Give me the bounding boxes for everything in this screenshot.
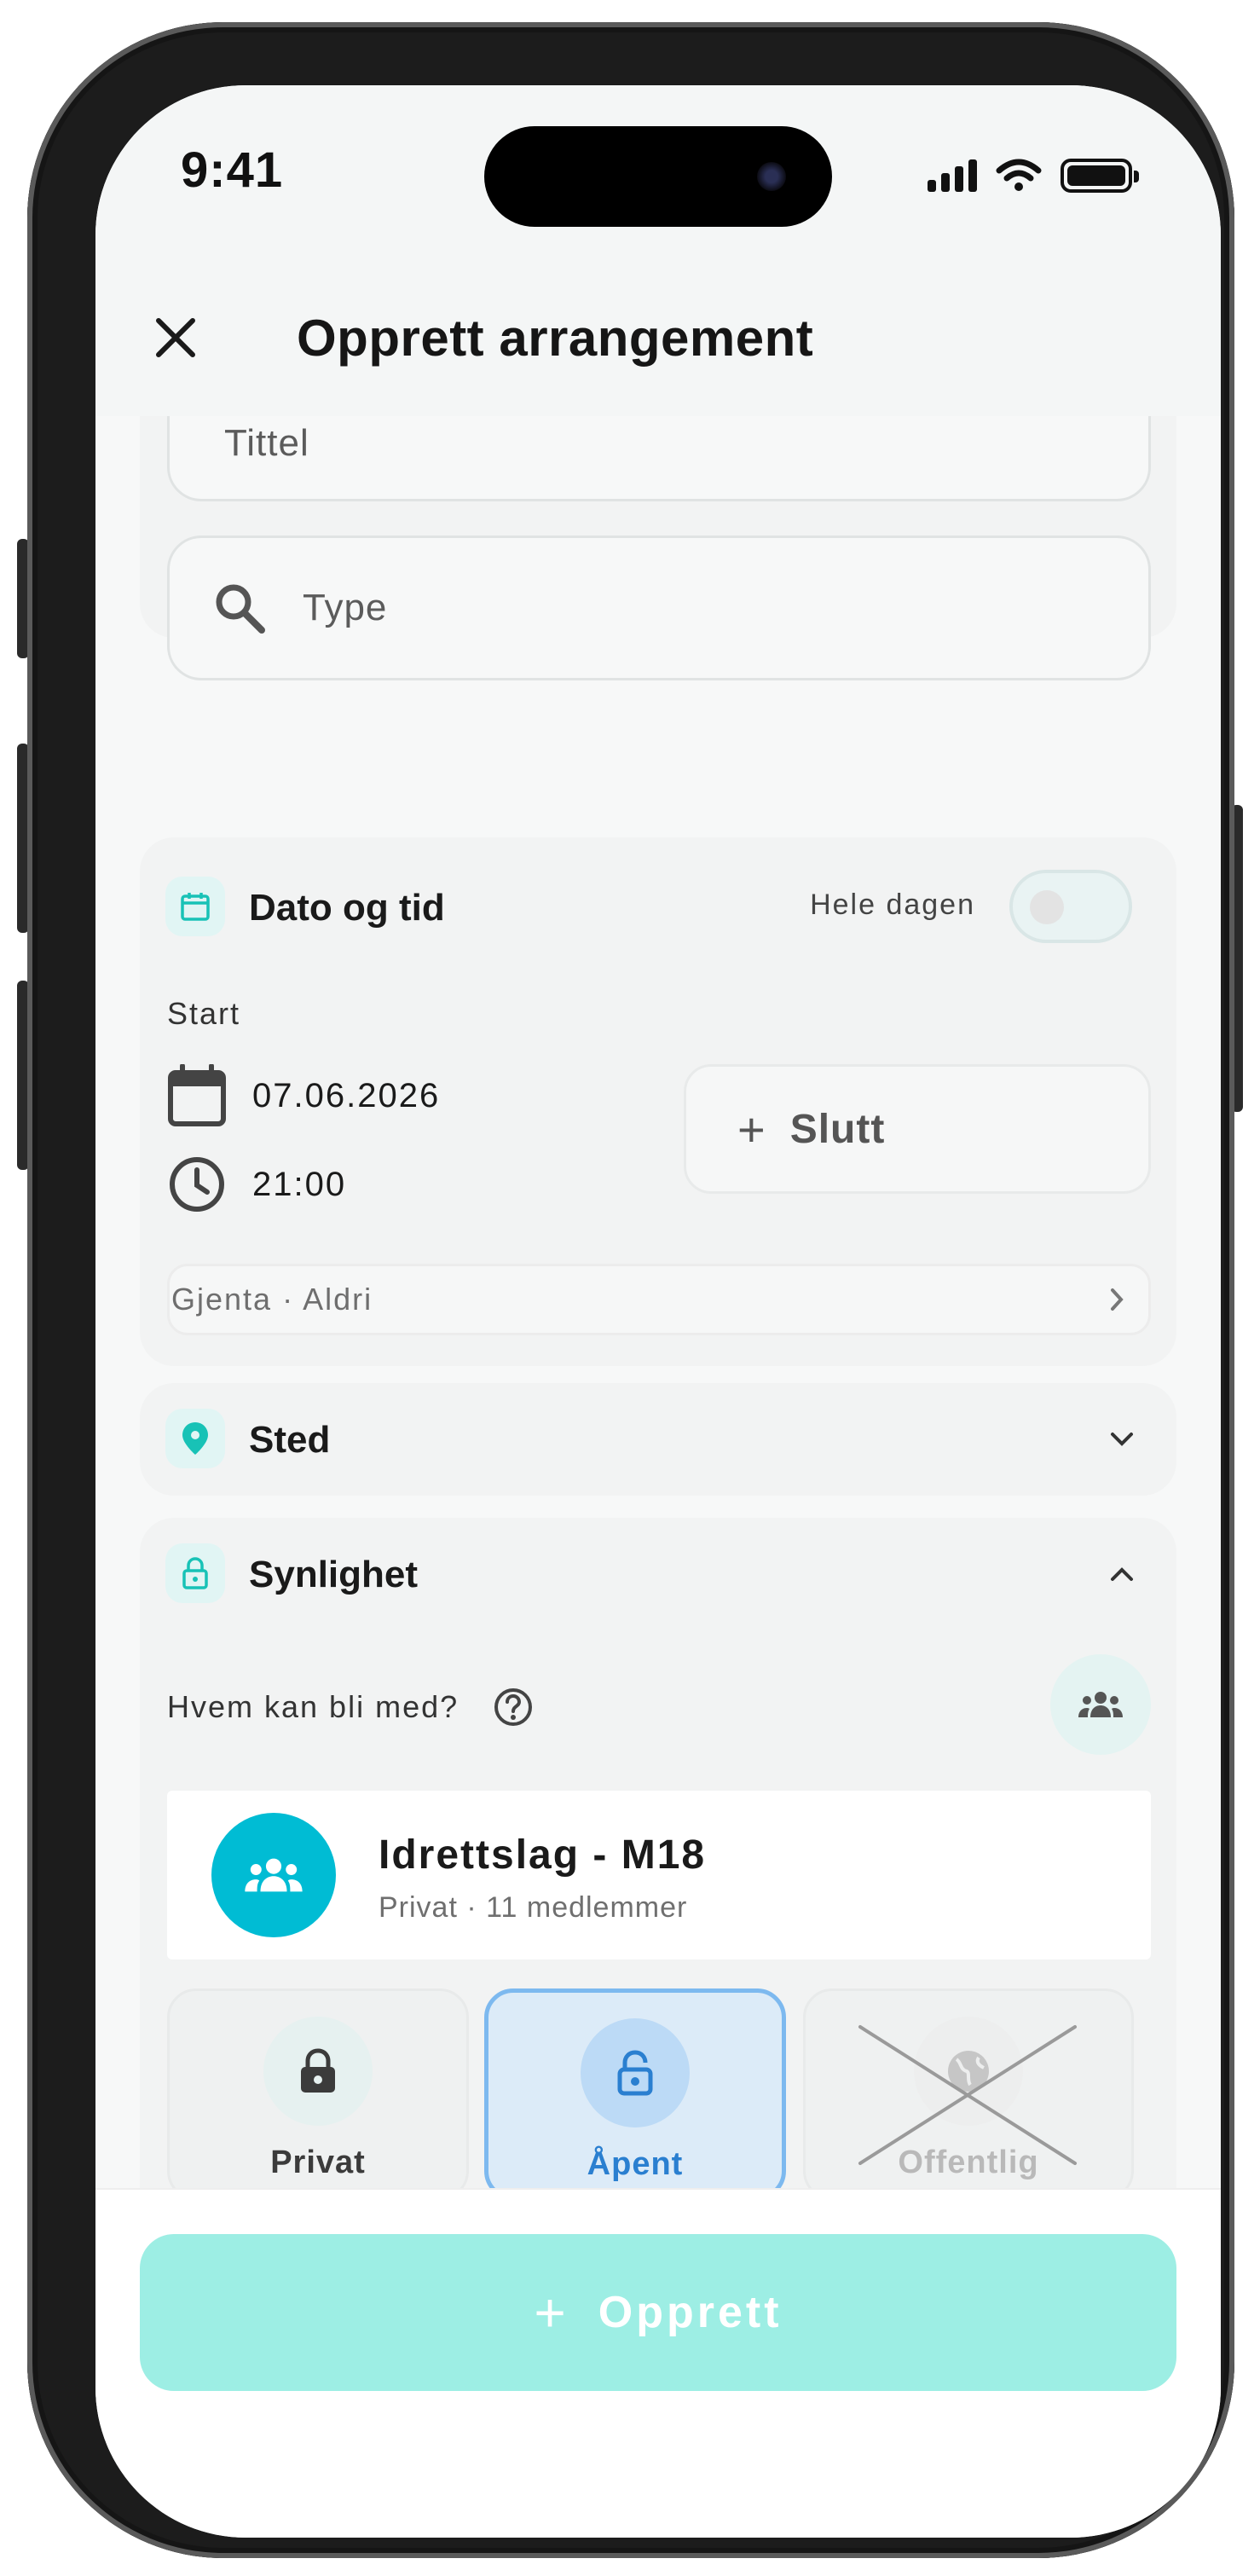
lock-badge-icon [165,1543,225,1603]
location-card[interactable]: Sted [140,1383,1176,1496]
visibility-card: Synlighet Hvem kan bli med? Idrettslag -… [140,1518,1176,2258]
start-time: 21:00 [252,1165,347,1203]
chevron-down-icon[interactable] [1101,1419,1142,1460]
end-button-label: Slutt [789,1106,886,1152]
all-day-toggle[interactable] [1009,870,1132,943]
title-input[interactable]: Tittel [167,416,1151,501]
start-time-row[interactable]: 21:00 [167,1155,346,1214]
lock-open-icon [581,2018,690,2127]
search-icon [212,581,267,635]
selected-group-card[interactable]: Idrettslag - M18 Privat · 11 medlemmer [167,1791,1151,1959]
type-input[interactable]: Type [167,535,1151,680]
title-placeholder: Tittel [224,422,309,464]
battery-icon [1061,159,1139,193]
location-pin-icon [165,1409,225,1468]
location-title: Sted [249,1419,331,1461]
create-label: Opprett [598,2288,783,2337]
visibility-option-private[interactable]: Privat [167,1988,469,2200]
visibility-title: Synlighet [249,1554,419,1595]
plus-icon: + [737,1102,766,1156]
basic-info-card: Tittel Type [140,416,1176,680]
calendar-icon [168,1064,226,1126]
repeat-row[interactable]: Gjenta · Aldri [167,1264,1151,1335]
date-time-card: Dato og tid Hele dagen Start 07.06.2026 [140,837,1176,1366]
dynamic-island [484,126,832,227]
group-icon [245,1858,303,1892]
date-time-title: Dato og tid [249,887,445,929]
lock-icon [263,2017,373,2126]
group-icon [1078,1692,1123,1717]
select-group-button[interactable] [1050,1654,1151,1755]
status-icons [928,159,1139,193]
toggle-knob [1030,890,1064,924]
help-icon[interactable] [493,1687,534,1728]
start-date: 07.06.2026 [252,1076,441,1114]
close-icon [156,318,195,357]
group-avatar [211,1813,336,1937]
repeat-text: Gjenta · Aldri [171,1282,373,1317]
visibility-option-public: Offentlig [803,1988,1134,2200]
who-can-join-text: Hvem kan bli med? [167,1689,459,1724]
form-content[interactable]: Tittel Type Dato og tid Hele dagen Start… [95,416,1221,2258]
chevron-up-icon[interactable] [1101,1554,1142,1595]
wifi-icon [996,159,1042,191]
start-date-row[interactable]: 07.06.2026 [167,1064,440,1127]
header: 9:41 Opprett arrangement [95,85,1221,416]
group-meta: Privat · 11 medlemmer [379,1891,688,1924]
bottom-bar: + Opprett [95,2188,1221,2538]
add-end-button[interactable]: + Slutt [684,1064,1151,1194]
all-day-label: Hele dagen [810,889,975,921]
plus-icon: + [534,2282,569,2343]
cellular-signal-icon [928,159,977,192]
start-label: Start [167,996,241,1031]
close-button[interactable] [147,309,205,367]
chevron-right-icon [1111,1288,1124,1311]
open-label: Åpent [587,2146,684,2182]
phone-frame: 9:41 Opprett arrangement Tittel Type Dat… [27,22,1234,2558]
type-placeholder: Type [303,587,388,628]
screen: 9:41 Opprett arrangement Tittel Type Dat… [95,85,1221,2538]
page-title: Opprett arrangement [297,310,814,367]
camera-icon [757,162,786,191]
status-time: 9:41 [181,142,284,198]
visibility-option-open[interactable]: Åpent [484,1988,786,2200]
disabled-cross-icon [858,2025,1077,2165]
private-label: Privat [270,2145,366,2180]
calendar-badge-icon [165,877,225,936]
create-button[interactable]: + Opprett [140,2234,1176,2391]
group-name: Idrettslag - M18 [379,1832,707,1878]
who-can-join-label: Hvem kan bli med? [167,1687,534,1728]
clock-icon [170,1157,224,1212]
